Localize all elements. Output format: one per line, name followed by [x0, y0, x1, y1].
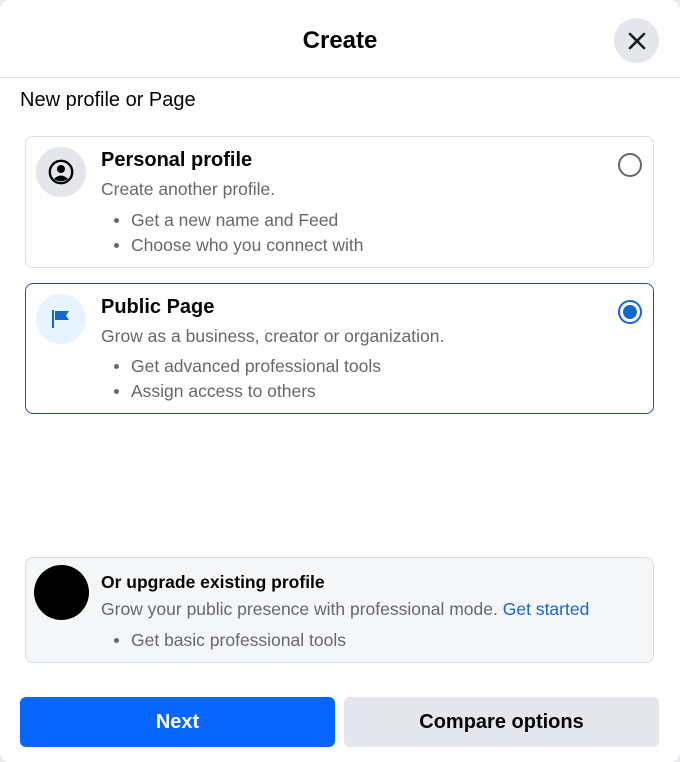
next-button[interactable]: Next: [20, 697, 335, 747]
upgrade-description-text: Grow your public presence with professio…: [101, 599, 498, 619]
close-button[interactable]: [614, 18, 659, 63]
user-circle-icon-wrap: [36, 147, 86, 197]
upgrade-description: Grow your public presence with professio…: [101, 599, 589, 620]
dialog-title: Create: [302, 27, 378, 54]
upgrade-title: Or upgrade existing profile: [101, 572, 325, 592]
list-item: Choose who you connect with: [114, 233, 364, 258]
public-page-radio[interactable]: [618, 300, 642, 324]
user-circle-icon: [48, 159, 74, 185]
option-description: Grow as a business, creator or organizat…: [101, 326, 445, 346]
personal-profile-radio[interactable]: [618, 153, 642, 177]
list-item: Get advanced professional tools: [114, 354, 381, 379]
option-personal-profile[interactable]: Personal profile Create another profile.…: [25, 136, 654, 268]
upgrade-profile-card: Or upgrade existing profile Grow your pu…: [25, 557, 654, 663]
compare-options-button[interactable]: Compare options: [344, 697, 659, 747]
list-item: Get a new name and Feed: [114, 208, 364, 233]
upgrade-bullets: Get basic professional tools: [114, 628, 346, 653]
dialog-header: Create: [0, 0, 680, 78]
section-title: New profile or Page: [20, 89, 196, 111]
option-title: Personal profile: [101, 149, 253, 171]
list-item: Get basic professional tools: [114, 628, 346, 653]
option-title: Public Page: [101, 296, 215, 318]
flag-icon: [52, 310, 69, 328]
option-bullets: Get a new name and Feed Choose who you c…: [114, 208, 364, 258]
flag-icon-wrap: [36, 294, 86, 344]
option-public-page[interactable]: Public Page Grow as a business, creator …: [25, 283, 654, 414]
list-item: Assign access to others: [114, 379, 381, 404]
option-bullets: Get advanced professional tools Assign a…: [114, 354, 381, 404]
create-dialog: Create New profile or Page Personal prof…: [0, 0, 680, 762]
close-icon: [628, 32, 645, 49]
get-started-link[interactable]: Get started: [503, 599, 590, 619]
avatar: [34, 565, 89, 620]
option-description: Create another profile.: [101, 179, 276, 199]
